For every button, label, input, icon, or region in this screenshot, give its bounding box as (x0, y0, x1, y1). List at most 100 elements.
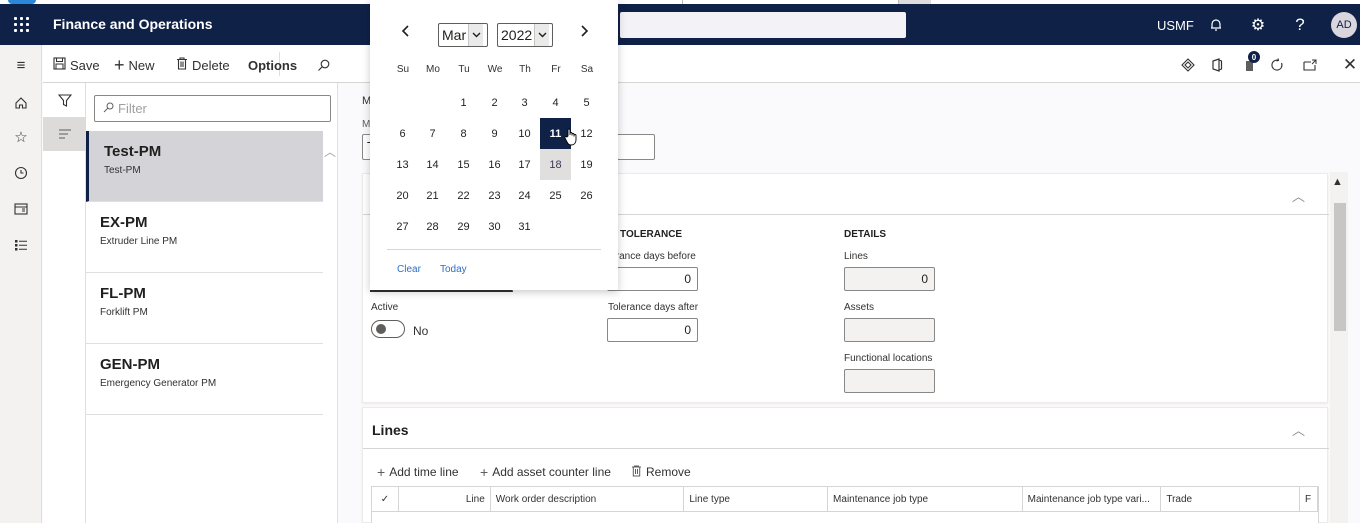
active-toggle[interactable] (371, 320, 405, 338)
weekday-header: Su (396, 64, 410, 75)
calendar-day[interactable]: 16 (479, 149, 510, 180)
calendar-day[interactable]: 17 (509, 149, 540, 180)
workspaces-icon[interactable] (9, 197, 33, 221)
functional-locations-label: Functional locations (844, 353, 933, 364)
calendar-day[interactable]: 28 (417, 211, 448, 242)
company-picker[interactable]: USMF (1157, 18, 1194, 33)
calendar-day[interactable]: 26 (571, 180, 602, 211)
grid-column-header[interactable]: Maintenance job type (828, 487, 1023, 511)
select-all-checkbox[interactable]: ✓ (372, 487, 399, 511)
calendar-day[interactable]: 25 (540, 180, 571, 211)
calendar-day[interactable]: 27 (387, 211, 418, 242)
calendar-day[interactable]: 7 (417, 118, 448, 149)
calendar-day[interactable]: 29 (448, 211, 479, 242)
calendar-day[interactable]: 1 (448, 87, 479, 118)
clear-date-button[interactable]: Clear (397, 264, 421, 275)
waffle-icon[interactable] (0, 4, 42, 45)
calendar-day[interactable]: 8 (448, 118, 479, 149)
options-button[interactable]: Options (248, 55, 297, 75)
grid-column-header[interactable]: Line type (684, 487, 829, 511)
calendar-day[interactable]: 24 (509, 180, 540, 211)
calendar-day[interactable]: 10 (509, 118, 540, 149)
calendar-day[interactable]: 20 (387, 180, 418, 211)
help-icon[interactable]: ? (1287, 12, 1313, 38)
month-select[interactable]: Mar (438, 23, 488, 47)
tolerance-before-label: lerance days before (608, 251, 696, 262)
scrollbar-thumb[interactable] (1334, 203, 1346, 331)
chevron-up-icon[interactable]: ︿ (324, 143, 336, 160)
grid-column-header[interactable]: Line (399, 487, 491, 511)
tolerance-days-before-input[interactable]: 0 (607, 267, 698, 291)
home-icon[interactable] (9, 91, 33, 115)
add-asset-counter-line-button[interactable]: + Add asset counter line (480, 464, 611, 480)
list-item[interactable]: EX-PM Extruder Line PM (86, 202, 323, 273)
calendar-day[interactable]: 6 (387, 118, 418, 149)
chevron-up-icon[interactable]: ︿ (1292, 186, 1305, 205)
calendar-day[interactable]: 4 (540, 87, 571, 118)
list-item[interactable]: Test-PM Test-PM (86, 131, 323, 202)
search-icon (103, 102, 114, 116)
search-icon[interactable] (317, 55, 330, 75)
chevron-down-icon (534, 24, 550, 46)
list-item[interactable]: FL-PM Forklift PM (86, 273, 323, 344)
chevron-up-icon[interactable]: ︿ (1292, 420, 1305, 439)
calendar-day[interactable]: 2 (479, 87, 510, 118)
calendar-day[interactable]: 30 (479, 211, 510, 242)
tolerance-days-after-input[interactable]: 0 (607, 318, 698, 342)
grid-column-header[interactable]: F (1300, 487, 1319, 511)
lines-section-title[interactable]: Lines (372, 422, 409, 438)
hamburger-icon[interactable]: ≡ (9, 53, 33, 77)
favorites-icon[interactable]: ☆ (9, 125, 33, 149)
calendar-day[interactable]: 31 (509, 211, 540, 242)
list-item-subtitle: Test-PM (104, 165, 141, 176)
recent-icon[interactable] (9, 161, 33, 185)
filter-icon[interactable] (43, 83, 86, 117)
gear-icon[interactable]: ⚙ (1245, 12, 1271, 38)
remove-button[interactable]: Remove (631, 464, 691, 480)
calendar-day[interactable]: 14 (417, 149, 448, 180)
lines-grid-header: ✓ Line Work order description Line type … (371, 486, 1319, 512)
previous-month-button[interactable] (401, 24, 411, 43)
attachments-icon[interactable]: 0 (1239, 51, 1261, 76)
grid-column-header[interactable]: Work order description (491, 487, 685, 511)
next-month-button[interactable] (579, 24, 589, 43)
modules-icon[interactable] (9, 233, 33, 257)
list-view-toggle-rail (43, 83, 86, 523)
lines-grid-body (371, 512, 1319, 523)
add-time-line-label: Add time line (389, 465, 459, 479)
calendar-day[interactable]: 23 (479, 180, 510, 211)
delete-button[interactable]: Delete (176, 55, 230, 75)
refresh-icon[interactable] (1266, 54, 1288, 76)
calendar-day[interactable]: 9 (479, 118, 510, 149)
calendar-day[interactable]: 3 (509, 87, 540, 118)
calendar-day[interactable]: 15 (448, 149, 479, 180)
global-search-input[interactable] (620, 12, 906, 38)
list-view-icon[interactable] (43, 117, 86, 151)
chevron-up-icon[interactable]: ▲ (1332, 176, 1343, 188)
list-item-title: GEN-PM (100, 356, 160, 373)
calendar-day[interactable]: 5 (571, 87, 602, 118)
calendar-day[interactable]: 19 (571, 149, 602, 180)
year-select[interactable]: 2022 (497, 23, 553, 47)
grid-column-header[interactable]: Trade (1161, 487, 1301, 511)
avatar[interactable]: AD (1331, 12, 1357, 38)
navbar: Finance and Operations USMF ⚙ ? AD (0, 4, 1360, 45)
vertical-scrollbar[interactable]: ▲ (1330, 172, 1348, 523)
calendar-day[interactable]: 18 (540, 149, 571, 180)
today-button[interactable]: Today (440, 264, 467, 275)
bell-icon[interactable] (1203, 12, 1229, 38)
list-item[interactable]: GEN-PM Emergency Generator PM (86, 344, 323, 415)
calendar-day[interactable]: 22 (448, 180, 479, 211)
save-button[interactable]: Save (53, 55, 100, 75)
close-icon[interactable]: ✕ (1339, 54, 1360, 76)
filter-input[interactable]: Filter (94, 95, 331, 122)
calendar-day[interactable]: 21 (417, 180, 448, 211)
grid-column-header[interactable]: Maintenance job type vari... (1023, 487, 1162, 511)
power-apps-icon[interactable] (1177, 54, 1199, 76)
weekday-header: Tu (458, 64, 470, 75)
new-button[interactable]: + New (114, 55, 155, 75)
office-icon[interactable] (1206, 54, 1228, 76)
open-in-new-window-icon[interactable] (1299, 54, 1321, 76)
calendar-day[interactable]: 13 (387, 149, 418, 180)
add-time-line-button[interactable]: + Add time line (377, 464, 459, 480)
